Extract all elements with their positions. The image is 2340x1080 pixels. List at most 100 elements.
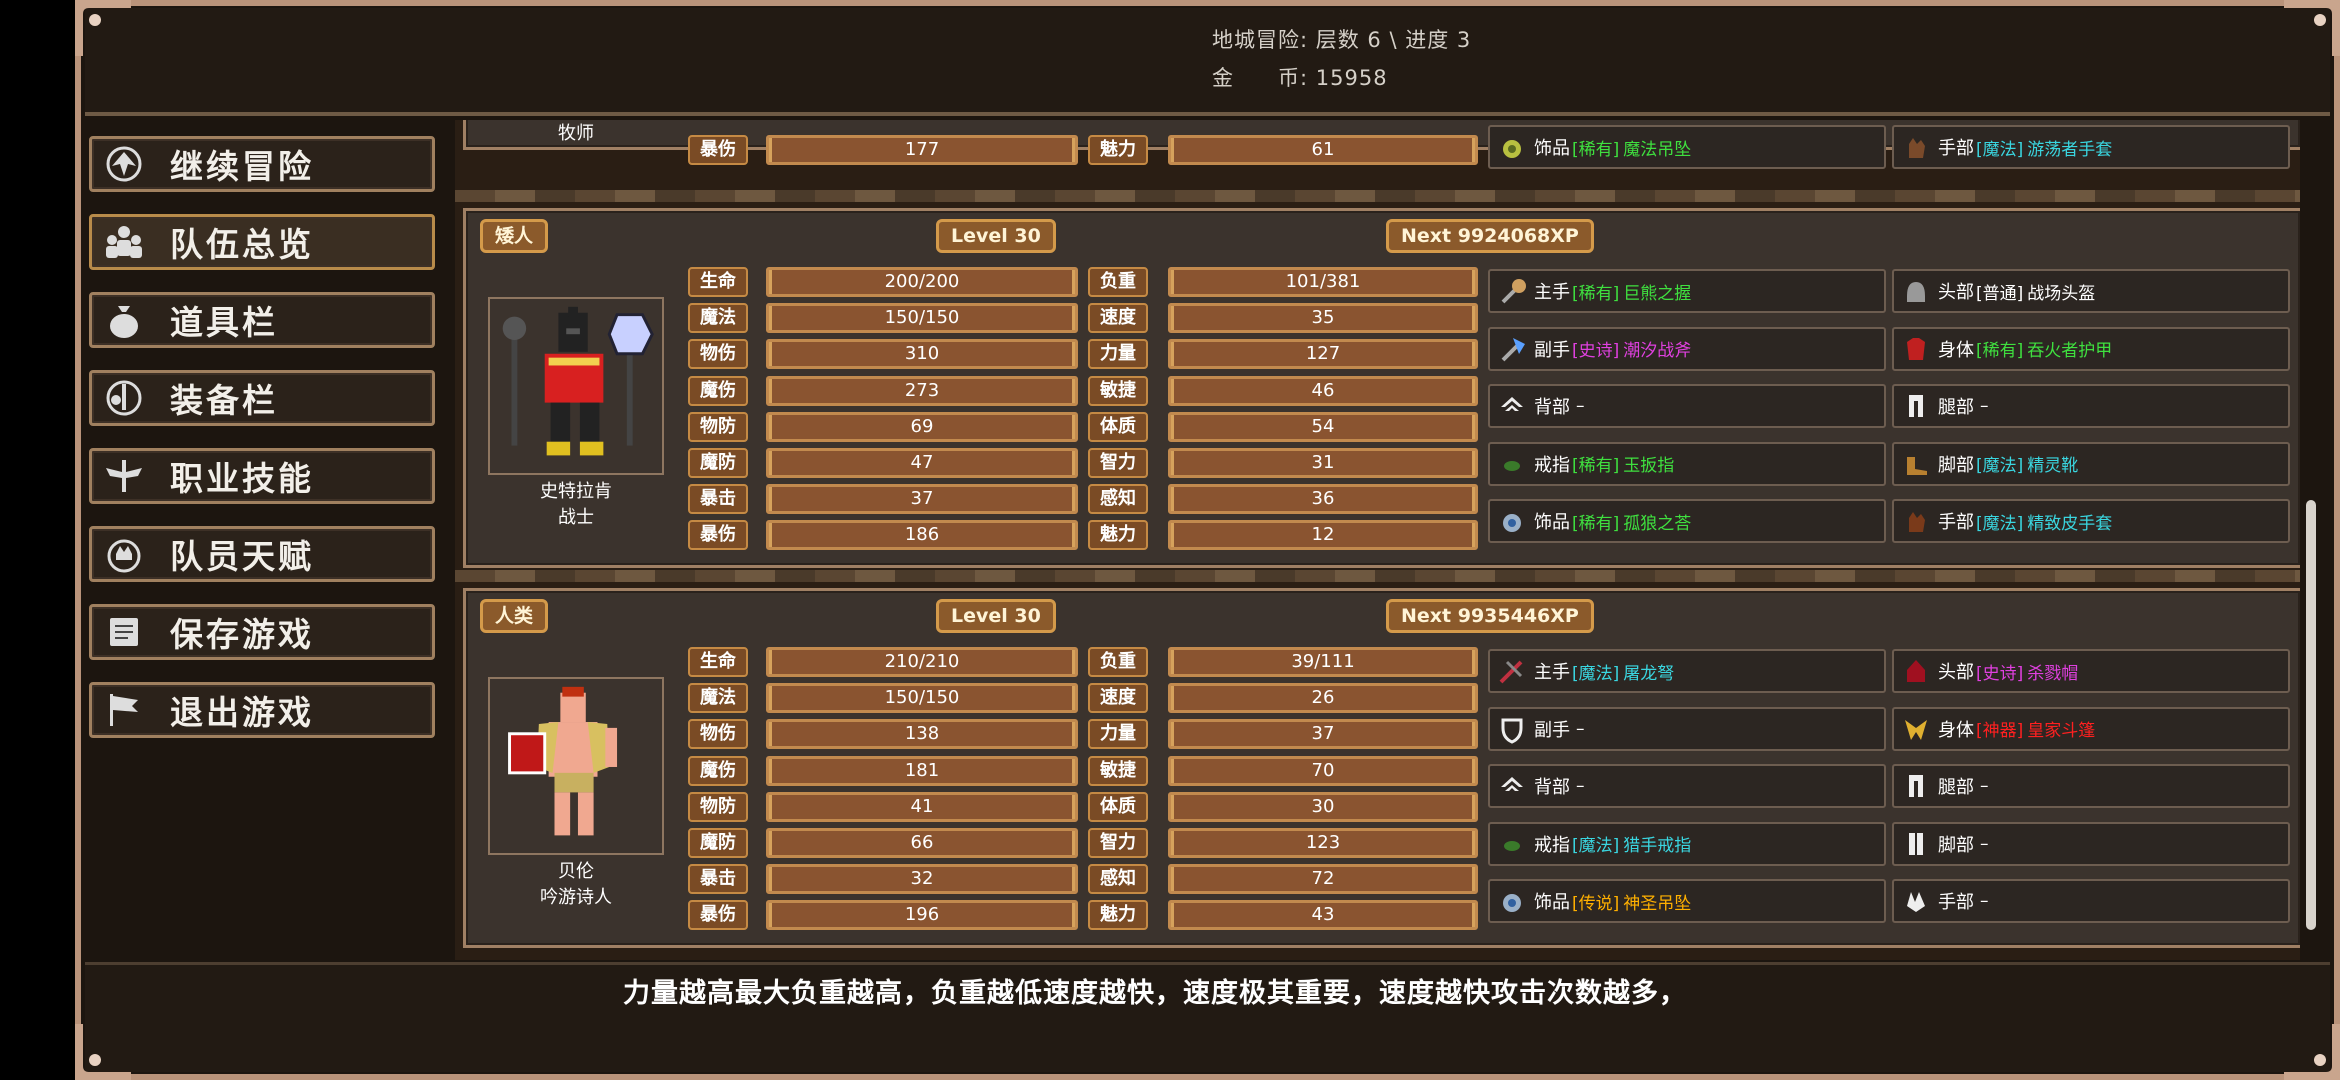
slot-item-name: 孤狼之荅 xyxy=(1623,513,1692,534)
slot-part-text: 头部 xyxy=(1938,662,1974,683)
slot-item-name: 精灵靴 xyxy=(2027,456,2079,476)
stat-label: 体质 xyxy=(1088,791,1148,822)
slot-part-text: 手部 xyxy=(1938,892,1974,913)
slot-rarity-text: [史诗] xyxy=(1976,663,2024,684)
stat-label: 物伤 xyxy=(688,339,748,370)
slot-part-text: 戒指 xyxy=(1534,834,1570,856)
menu-label: 道具栏 xyxy=(170,303,278,342)
stat-value: 69 xyxy=(766,411,1078,442)
stat-value: 138 xyxy=(766,719,1078,750)
slot-item-name: 巨熊之握 xyxy=(1623,283,1692,304)
slot-part-text: 主手 xyxy=(1534,662,1570,683)
equipment-slot[interactable]: 饰品 [传说] 神圣吊坠 xyxy=(1488,879,1886,923)
equipment-slot[interactable]: 手部 [魔法] 游荡者手套 xyxy=(1892,125,2290,169)
stat-value: 26 xyxy=(1168,683,1478,714)
amulet-icon xyxy=(1494,129,1530,165)
equipment-slot[interactable]: 戒指 [魔法] 猎手戒指 xyxy=(1488,821,1886,866)
gloves-icon xyxy=(1898,503,1934,539)
boots-slot-icon xyxy=(1898,826,1934,862)
slot-item-name: – xyxy=(1576,718,1585,739)
stat-value: 196 xyxy=(766,900,1078,931)
stat-label: 力量 xyxy=(1088,339,1148,370)
stat-value: 66 xyxy=(766,828,1078,858)
equipment-slot[interactable]: 戒指 [稀有] 玉扳指 xyxy=(1488,441,1886,486)
equipment-slot[interactable]: 背部 – xyxy=(1488,764,1886,808)
equipment-slot[interactable]: 主手 [魔法] 屠龙弩 xyxy=(1488,649,1886,693)
menu-quit-game-button[interactable]: 退出游戏 xyxy=(89,682,435,738)
scroll-icon xyxy=(98,608,150,656)
stat-value: 310 xyxy=(766,339,1078,370)
slot-item-name: 游荡者手套 xyxy=(2027,139,2113,160)
equipment-slot[interactable]: 脚部 [魔法] 精灵靴 xyxy=(1892,441,2290,486)
laurel-crown-icon xyxy=(98,530,150,578)
menu-talents-button[interactable]: 队员天赋 xyxy=(89,526,435,582)
race-badge: 矮人 xyxy=(480,219,549,253)
menu-continue-adventure-button[interactable]: 继续冒险 xyxy=(89,136,435,192)
stat-value: 41 xyxy=(766,791,1078,822)
stat-label: 智力 xyxy=(1088,828,1148,858)
slot-item-name: – xyxy=(1576,776,1585,796)
equipment-icon xyxy=(98,374,150,422)
slot-item-name: 吞火者护甲 xyxy=(2027,341,2113,361)
slot-part-text: 饰品 xyxy=(1534,512,1570,533)
stat-label: 速度 xyxy=(1088,683,1148,714)
slot-part-text: 副手 xyxy=(1534,339,1570,361)
corner-ornament-icon xyxy=(75,1024,131,1080)
equipment-slot[interactable]: 副手 [史诗] 潮汐战斧 xyxy=(1488,326,1886,371)
menu-inventory-button[interactable]: 道具栏 xyxy=(89,292,435,348)
equipment-slot[interactable]: 身体 [神器] 皇家斗篷 xyxy=(1892,706,2290,751)
back-slot-icon xyxy=(1494,768,1530,804)
stat-label: 暴伤 xyxy=(688,900,748,931)
menu-save-game-button[interactable]: 保存游戏 xyxy=(89,604,435,660)
ring-icon xyxy=(1494,826,1530,862)
top-status-bar xyxy=(85,8,2330,116)
menu-party-overview-button[interactable]: 队伍总览 xyxy=(89,214,435,270)
gloves-icon xyxy=(1898,129,1934,165)
vertical-scrollbar[interactable] xyxy=(2306,500,2316,930)
equipment-slot[interactable]: 腿部 – xyxy=(1892,764,2290,808)
stat-value: 150/150 xyxy=(766,683,1078,714)
slot-part-text: 脚部 xyxy=(1938,454,1974,476)
menu-equipment-button[interactable]: 装备栏 xyxy=(89,370,435,426)
member-class-text: 吟游诗人 xyxy=(540,887,612,908)
slot-rarity-text: [魔法] xyxy=(1976,139,2024,160)
slot-rarity-text: [传说] xyxy=(1572,893,1620,914)
equipment-slot[interactable]: 背部 – xyxy=(1488,384,1886,428)
slot-rarity-text: [普通] xyxy=(1976,283,2024,304)
slot-rarity-text: [稀有] xyxy=(1572,513,1620,534)
slot-item-name: – xyxy=(1980,396,1989,416)
dwarf-warrior-sprite xyxy=(502,306,654,456)
stat-value: 123 xyxy=(1168,828,1478,858)
menu-label: 装备栏 xyxy=(170,381,278,420)
stat-label: 智力 xyxy=(1088,448,1148,478)
member-class-text: 战士 xyxy=(558,507,594,528)
shield-slot-icon xyxy=(1494,711,1530,747)
stat-value: 37 xyxy=(1168,719,1478,750)
menu-class-skills-button[interactable]: 职业技能 xyxy=(89,448,435,504)
menu-label: 职业技能 xyxy=(170,459,314,498)
corner-ornament-icon xyxy=(2284,1024,2340,1080)
slot-item-name: 神圣吊坠 xyxy=(1623,893,1692,914)
equipment-slot[interactable]: 脚部 – xyxy=(1892,821,2290,866)
equipment-slot[interactable]: 手部 – xyxy=(1892,879,2290,923)
stat-value: 70 xyxy=(1168,755,1478,786)
stat-value: 12 xyxy=(1168,520,1478,551)
member-class-text: 牧师 xyxy=(558,123,594,144)
slot-item-name: 皇家斗篷 xyxy=(2027,721,2096,741)
level-badge: Level 30 xyxy=(936,219,1056,253)
stat-label: 物伤 xyxy=(688,719,748,750)
stat-label: 速度 xyxy=(1088,303,1148,334)
equipment-slot[interactable]: 饰品 [稀有] 孤狼之荅 xyxy=(1488,499,1886,543)
equipment-slot[interactable]: 腿部 – xyxy=(1892,384,2290,428)
stat-label: 感知 xyxy=(1088,484,1148,515)
equipment-slot[interactable]: 主手 [稀有] 巨熊之握 xyxy=(1488,269,1886,313)
equipment-slot[interactable]: 头部 [普通] 战场头盔 xyxy=(1892,269,2290,313)
slot-part-text: 背部 xyxy=(1534,397,1570,418)
stat-label: 魅力 xyxy=(1088,135,1148,165)
equipment-slot[interactable]: 头部 [史诗] 杀戮帽 xyxy=(1892,649,2290,693)
equipment-slot[interactable]: 副手 – xyxy=(1488,706,1886,751)
equipment-slot[interactable]: 手部 [魔法] 精致皮手套 xyxy=(1892,499,2290,543)
stat-label: 暴伤 xyxy=(688,135,748,165)
equipment-slot[interactable]: 饰品 [稀有] 魔法吊坠 xyxy=(1488,125,1886,169)
equipment-slot[interactable]: 身体 [稀有] 吞火者护甲 xyxy=(1892,326,2290,371)
